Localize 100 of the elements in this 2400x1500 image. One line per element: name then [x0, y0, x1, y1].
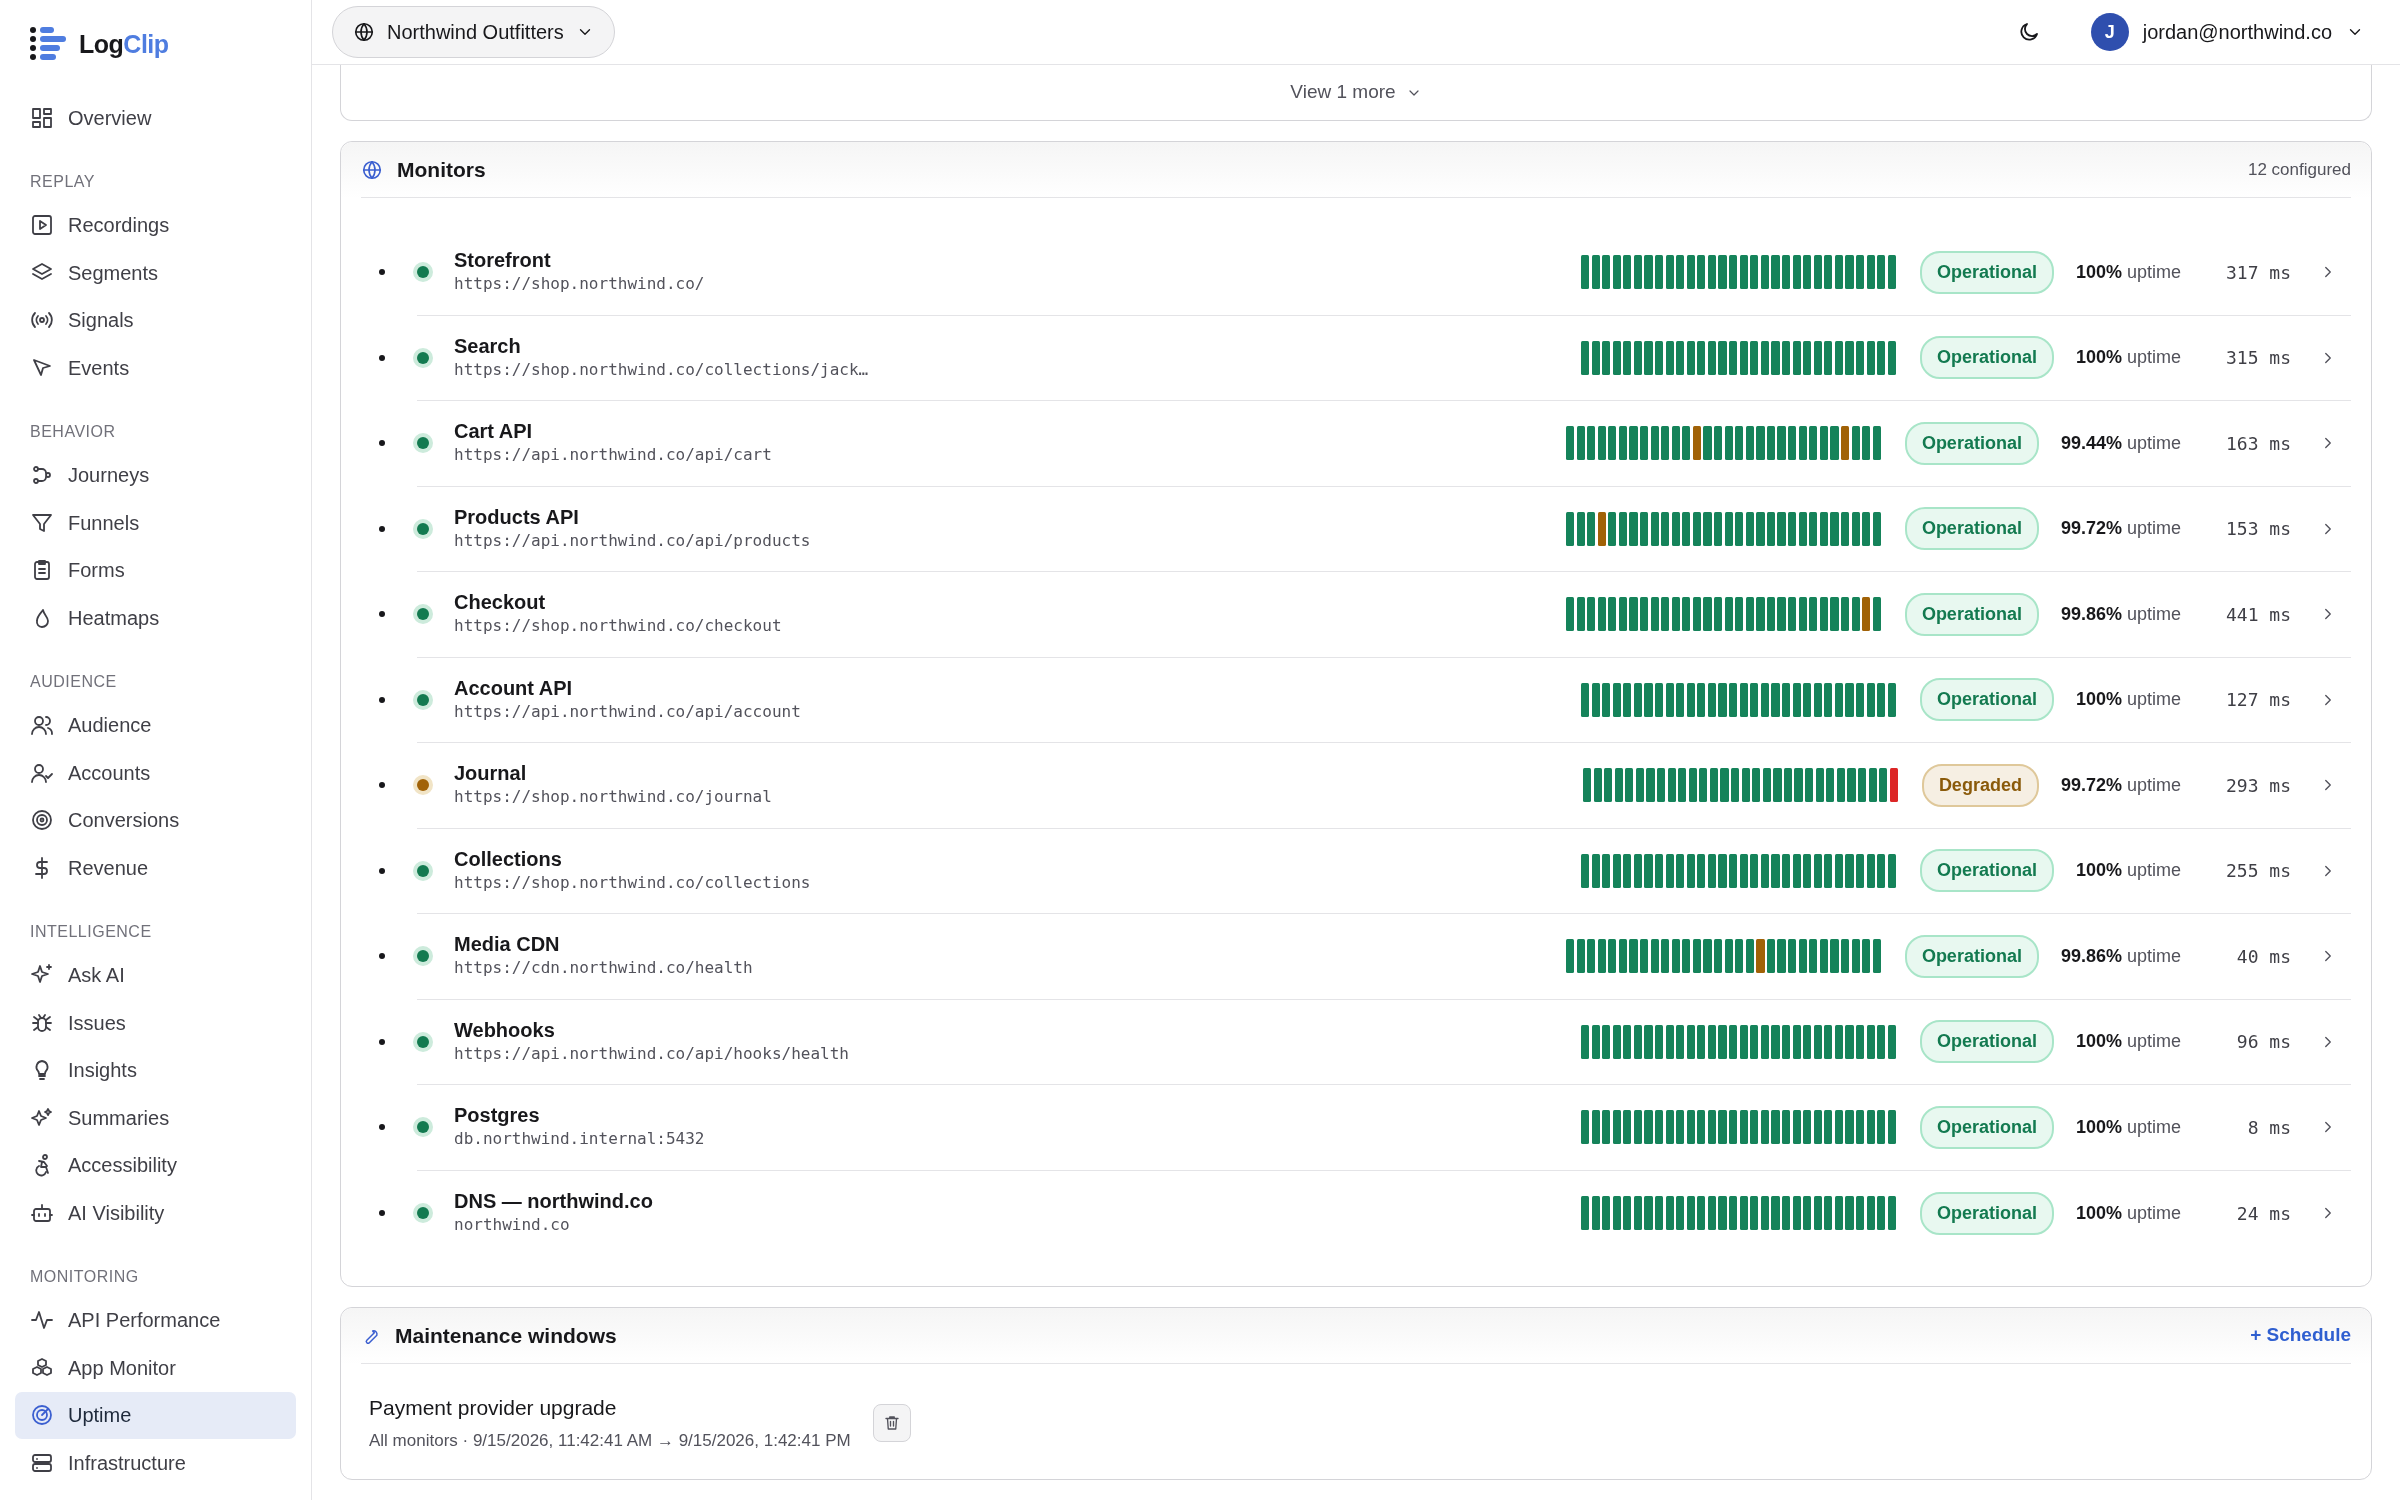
sidebar-item[interactable]: Audience: [15, 701, 296, 749]
section-heading: REPLAY: [29, 171, 96, 192]
monitor-url: https://api.northwind.co/api/products: [454, 529, 811, 552]
bullet-icon: [379, 953, 385, 960]
sidebar-item[interactable]: AI Visibility: [15, 1189, 296, 1237]
workspace-selector[interactable]: Northwind Outfitters: [332, 6, 615, 58]
uptime-text: 99.72% uptime: [2060, 517, 2181, 541]
bullet-icon: [379, 269, 385, 276]
uptime-text: 100% uptime: [2075, 1115, 2181, 1139]
uptime-text: 100% uptime: [2075, 1030, 2181, 1054]
card-title: Maintenance windows: [395, 1322, 617, 1349]
bullet-icon: [379, 696, 385, 703]
section-heading: BEHAVIOR: [29, 421, 117, 442]
status-badge: Operational: [1919, 250, 2054, 294]
monitor-name: Media CDN: [454, 932, 561, 957]
uptime-text: 100% uptime: [2075, 260, 2181, 284]
sidebar-item[interactable]: Revenue: [15, 844, 296, 892]
status-badge: Operational: [1904, 507, 2039, 551]
monitor-name: Products API: [454, 504, 580, 529]
monitor-row[interactable]: DNS — northwind.co northwind.co Operational 100% uptime 24 ms: [417, 1170, 2351, 1256]
monitor-url: northwind.co: [454, 1214, 571, 1237]
sidebar-item[interactable]: Overview: [15, 94, 296, 142]
sidebar-item[interactable]: Uptime: [15, 1391, 296, 1439]
latency-text: 24 ms: [2235, 1201, 2291, 1226]
monitor-row[interactable]: Search https://shop.northwind.co/collections/jack… Operational 100% uptime 315 ms: [417, 315, 2351, 401]
maintenance-detail: All monitors · 9/15/2026, 11:42:41 AM → 9/15/2026, 1:42:41 PM: [369, 1429, 851, 1452]
sidebar-item[interactable]: Issues: [15, 999, 296, 1047]
status-badge: Operational: [1919, 678, 2054, 722]
user-menu[interactable]: J jordan@northwind.co: [2084, 12, 2370, 52]
sidebar-item[interactable]: Accessibility: [15, 1141, 296, 1189]
bullet-icon: [379, 1210, 385, 1217]
monitor-name: Postgres: [454, 1103, 541, 1128]
sidebar-item[interactable]: App Monitor: [15, 1344, 296, 1392]
status-badge: Degraded: [1921, 763, 2039, 807]
monitor-count: 12 configured: [2247, 158, 2351, 181]
status-badge: Operational: [1904, 592, 2039, 636]
users-icon: [30, 713, 54, 738]
sidebar-item[interactable]: Conversions: [15, 796, 296, 844]
status-badge: Operational: [1919, 336, 2054, 380]
monitor-name: DNS — northwind.co: [454, 1189, 653, 1214]
trash-icon: [882, 1413, 901, 1432]
monitor-url: https://shop.northwind.co/collections: [454, 871, 811, 894]
monitor-row[interactable]: Collections https://shop.northwind.co/collections Operational 100% uptime 255 ms: [417, 828, 2351, 914]
monitor-row[interactable]: Webhooks https://api.northwind.co/api/hooks/health Operational 100% uptime 96 ms: [417, 999, 2351, 1085]
latency-text: 127 ms: [2224, 688, 2291, 713]
sidebar-item[interactable]: API Performance: [15, 1296, 296, 1344]
sidebar-item[interactable]: Accounts: [15, 749, 296, 797]
monitor-name: Checkout: [454, 590, 547, 615]
sidebar-item[interactable]: Summaries: [15, 1094, 296, 1142]
sidebar-item[interactable]: Heatmaps: [15, 594, 296, 642]
sidebar-item[interactable]: Infrastructure: [15, 1439, 296, 1487]
sidebar-item[interactable]: Insights: [15, 1046, 296, 1094]
section-heading: MONITORING: [29, 1266, 140, 1287]
latency-text: 153 ms: [2224, 517, 2291, 542]
monitor-url: https://shop.northwind.co/: [454, 273, 705, 296]
globe-icon: [353, 21, 375, 43]
latency-text: 96 ms: [2235, 1030, 2291, 1055]
status-badge: Operational: [1904, 421, 2039, 465]
grid-icon: [30, 105, 54, 130]
monitor-row[interactable]: Products API https://api.northwind.co/api/products Operational 99.72% uptime 153 ms: [417, 486, 2351, 572]
monitor-url: db.northwind.internal:5432: [454, 1128, 705, 1151]
view-more-link[interactable]: View 1 more: [1284, 77, 1428, 108]
monitor-row[interactable]: Postgres db.northwind.internal:5432 Operational 100% uptime 8 ms: [417, 1085, 2351, 1171]
monitor-url: https://shop.northwind.co/journal: [454, 786, 772, 809]
sidebar-item[interactable]: Events: [15, 344, 296, 392]
monitor-row[interactable]: Journal https://shop.northwind.co/journal Degraded 99.72% uptime 293 ms: [417, 743, 2351, 829]
monitor-row[interactable]: Media CDN https://cdn.northwind.co/health Operational 99.86% uptime 40 ms: [417, 914, 2351, 1000]
latency-text: 315 ms: [2224, 346, 2291, 371]
card-title: Monitors: [397, 156, 486, 183]
schedule-button[interactable]: + Schedule: [2250, 1321, 2351, 1350]
maintenance-title: Payment provider upgrade: [369, 1395, 618, 1421]
monitor-row[interactable]: Cart API https://api.northwind.co/api/cart Operational 99.44% uptime 163 ms: [417, 401, 2351, 487]
latency-text: 8 ms: [2246, 1115, 2291, 1140]
sidebar-item[interactable]: Signals: [15, 296, 296, 344]
sidebar-item[interactable]: Forms: [15, 546, 296, 594]
bullet-icon: [379, 1038, 385, 1045]
latency-text: 293 ms: [2224, 773, 2291, 798]
monitor-url: https://shop.northwind.co/collections/jack…: [454, 358, 869, 381]
bullet-icon: [379, 867, 385, 874]
sidebar-item[interactable]: Segments: [15, 249, 296, 297]
bullet-icon: [379, 354, 385, 361]
monitor-row[interactable]: Account API https://api.northwind.co/api/account Operational 100% uptime 127 ms: [417, 657, 2351, 743]
monitor-row[interactable]: Storefront https://shop.northwind.co/ Operational 100% uptime 317 ms: [417, 230, 2351, 316]
section-heading: AUDIENCE: [29, 671, 118, 692]
sidebar-item[interactable]: Ask AI: [15, 951, 296, 999]
uptime-text: 99.44% uptime: [2060, 431, 2181, 455]
globe-icon: [361, 158, 383, 181]
uptime-text: 100% uptime: [2075, 346, 2181, 370]
monitor-url: https://shop.northwind.co/checkout: [454, 615, 782, 638]
monitor-url: https://api.northwind.co/api/hooks/health: [454, 1042, 849, 1065]
sidebar-item[interactable]: Funnels: [15, 499, 296, 547]
uptime-text: 100% uptime: [2075, 1201, 2181, 1225]
delete-button[interactable]: [872, 1403, 911, 1442]
monitor-row[interactable]: Checkout https://shop.northwind.co/checkout Operational 99.86% uptime 441 ms: [417, 572, 2351, 658]
bullet-icon: [379, 1124, 385, 1131]
monitor-name: Storefront: [454, 248, 552, 273]
sidebar-item[interactable]: Journeys: [15, 451, 296, 499]
bullet-icon: [379, 782, 385, 789]
sidebar-item[interactable]: Recordings: [15, 201, 296, 249]
uptime-text: 100% uptime: [2075, 859, 2181, 883]
